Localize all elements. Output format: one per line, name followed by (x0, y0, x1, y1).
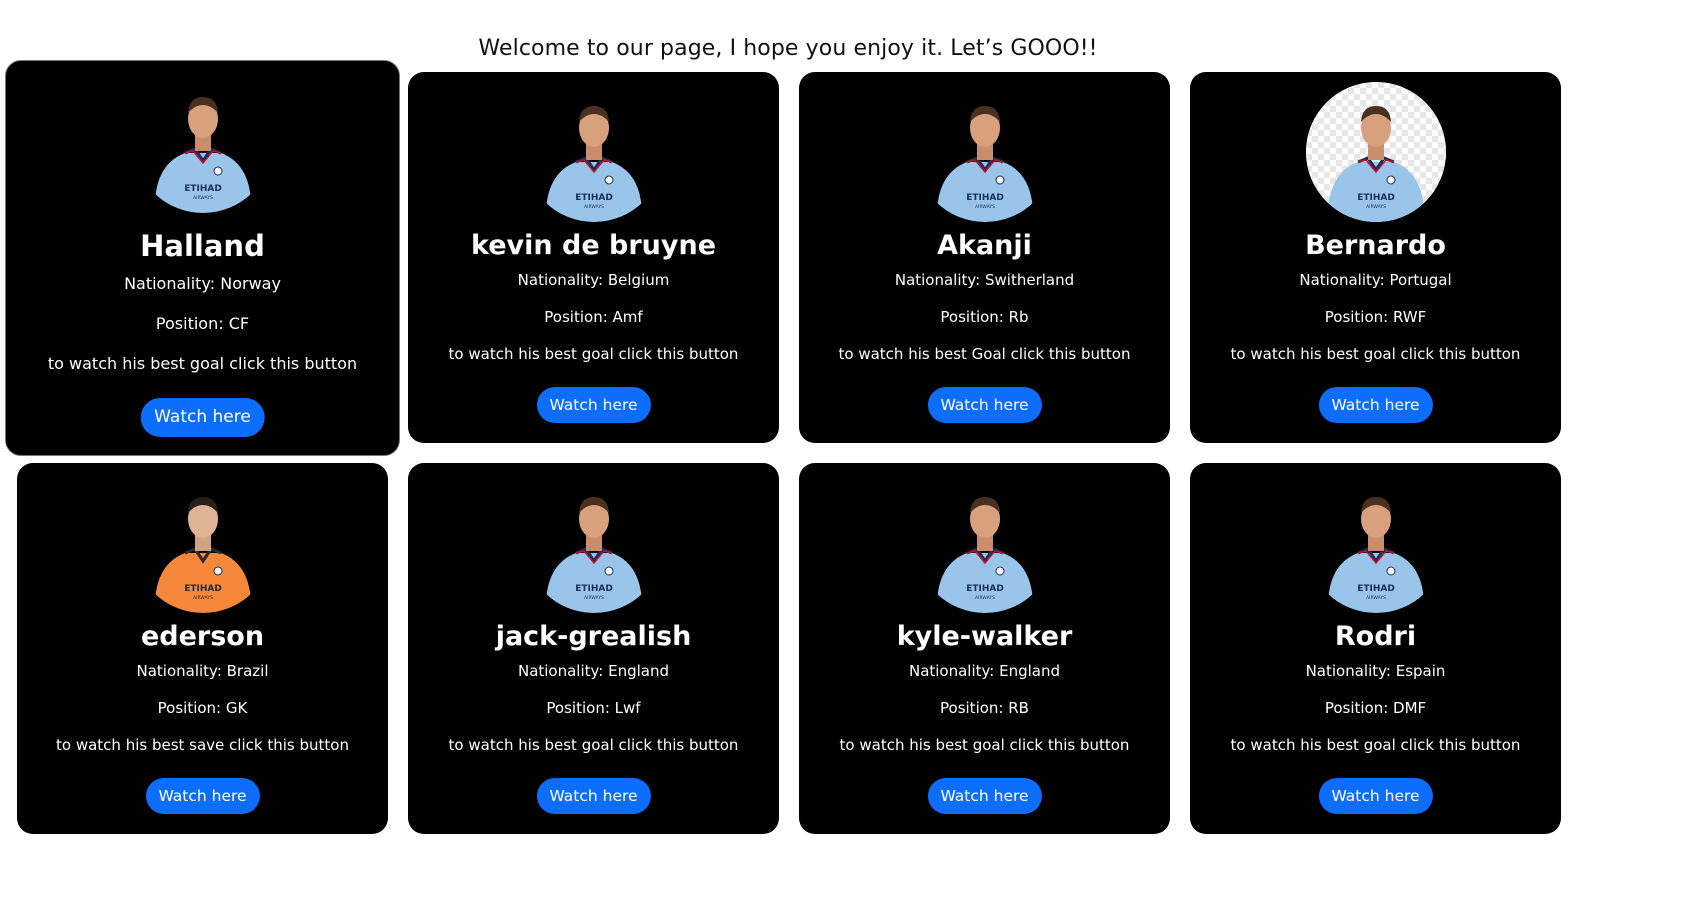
player-nationality: Nationality: Portugal (1299, 271, 1452, 289)
watch-here-button[interactable]: Watch here (536, 778, 651, 814)
player-home-kit-icon (524, 473, 664, 613)
player-nationality: Nationality: Norway (124, 274, 281, 293)
player-position: Position: Lwf (546, 699, 641, 717)
player-name: Akanji (937, 230, 1032, 261)
player-home-kit-icon (1306, 473, 1446, 613)
player-position: Position: CF (155, 314, 250, 333)
player-cta: to watch his best goal click this button (1230, 345, 1521, 363)
player-home-kit-icon (915, 473, 1055, 613)
player-cta: to watch his best goal click this button (1230, 736, 1521, 754)
player-name: kyle-walker (896, 621, 1073, 652)
player-position: Position: GK (157, 699, 248, 717)
player-card: ederson Nationality: Brazil Position: GK… (17, 463, 388, 834)
player-cta: to watch his best goal click this button (839, 736, 1130, 754)
player-nationality: Nationality: Switherland (894, 271, 1075, 289)
player-name: ederson (140, 621, 265, 652)
player-cta: to watch his best save click this button (56, 736, 349, 754)
player-nationality: Nationality: Brazil (136, 662, 269, 680)
watch-here-button[interactable]: Watch here (1318, 778, 1433, 814)
player-cta: to watch his best goal click this button (448, 736, 739, 754)
player-nationality: Nationality: England (517, 662, 670, 680)
watch-here-button[interactable]: Watch here (145, 778, 260, 814)
player-card: Akanji Nationality: Switherland Position… (799, 72, 1170, 443)
player-home-kit-icon (133, 73, 273, 213)
player-position: Position: Amf (544, 308, 643, 326)
player-nationality: Nationality: England (908, 662, 1061, 680)
player-name: Bernardo (1305, 230, 1446, 261)
watch-here-button[interactable]: Watch here (927, 387, 1042, 423)
player-home-kit-icon (524, 82, 664, 222)
player-position: Position: RB (940, 699, 1029, 717)
watch-here-button[interactable]: Watch here (1318, 387, 1433, 423)
player-home-kit-icon (1305, 82, 1446, 222)
player-cta: to watch his best goal click this button (47, 354, 358, 373)
player-card: Halland Nationality: Norway Position: CF… (5, 60, 400, 456)
watch-here-button[interactable]: Watch here (140, 398, 265, 437)
player-name: kevin de bruyne (470, 230, 717, 261)
player-home-kit-icon (915, 82, 1055, 222)
player-position: Position: DMF (1324, 699, 1427, 717)
player-card: Bernardo Nationality: Portugal Position:… (1190, 72, 1561, 443)
player-card: jack-grealish Nationality: England Posit… (408, 463, 779, 834)
player-name: Rodri (1334, 621, 1417, 652)
player-goalkeeper-kit-icon (133, 473, 273, 613)
page-title: Welcome to our page, I hope you enjoy it… (478, 36, 1098, 61)
player-card: Rodri Nationality: Espain Position: DMF … (1190, 463, 1561, 834)
player-card: kevin de bruyne Nationality: Belgium Pos… (408, 72, 779, 443)
player-card: kyle-walker Nationality: England Positio… (799, 463, 1170, 834)
watch-here-button[interactable]: Watch here (536, 387, 651, 423)
player-nationality: Nationality: Espain (1305, 662, 1446, 680)
player-position: Position: RWF (1324, 308, 1427, 326)
player-name: jack-grealish (495, 621, 692, 652)
player-cta: to watch his best goal click this button (448, 345, 739, 363)
player-position: Position: Rb (940, 308, 1029, 326)
player-name: Halland (140, 229, 265, 263)
player-cta: to watch his best Goal click this button (838, 345, 1131, 363)
watch-here-button[interactable]: Watch here (927, 778, 1042, 814)
player-nationality: Nationality: Belgium (517, 271, 670, 289)
